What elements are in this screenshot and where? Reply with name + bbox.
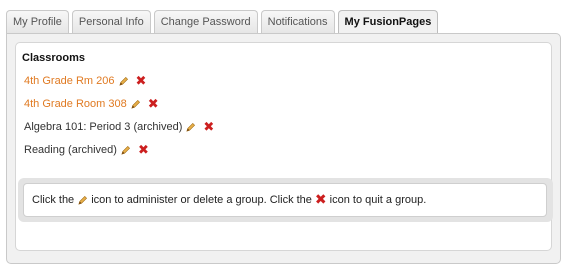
delete-x-icon[interactable]: ✖	[136, 75, 147, 88]
help-note-wrapper: Click the icon to administer or delete a…	[18, 178, 553, 222]
tab-change-password[interactable]: Change Password	[153, 10, 258, 33]
delete-x-icon[interactable]: ✖	[203, 121, 214, 134]
help-note-text-2: icon to administer or delete a group. Cl…	[91, 194, 312, 206]
pencil-icon[interactable]	[118, 76, 129, 87]
tab-notifications[interactable]: Notifications	[260, 10, 335, 33]
pencil-icon[interactable]	[130, 99, 141, 110]
classroom-item: 4th Grade Room 308 ✖	[24, 96, 214, 113]
classroom-item: Reading (archived) ✖	[24, 142, 214, 159]
classroom-link[interactable]: 4th Grade Room 308	[24, 96, 127, 113]
delete-x-icon[interactable]: ✖	[148, 98, 159, 111]
pencil-icon[interactable]	[185, 122, 196, 133]
help-note-text-3: icon to quit a group.	[329, 194, 427, 206]
classroom-item: 4th Grade Rm 206 ✖	[24, 73, 214, 90]
classroom-name: Algebra 101: Period 3 (archived)	[24, 121, 183, 133]
classroom-list: 4th Grade Rm 206 ✖ 4th Grade Room 308 ✖ …	[24, 73, 214, 165]
tab-personal-info[interactable]: Personal Info	[71, 10, 151, 33]
tab-my-profile[interactable]: My Profile	[6, 10, 69, 33]
tab-my-fusionpages[interactable]: My FusionPages	[337, 10, 439, 35]
help-note: Click the icon to administer or delete a…	[23, 183, 547, 217]
classrooms-heading: Classrooms	[22, 52, 85, 64]
classroom-link[interactable]: 4th Grade Rm 206	[24, 73, 115, 90]
delete-x-icon: ✖	[314, 191, 327, 208]
pencil-icon[interactable]	[120, 145, 131, 156]
classroom-name: Reading (archived)	[24, 144, 117, 156]
pencil-icon	[78, 195, 88, 205]
profile-tabs: My Profile Personal Info Change Password…	[6, 10, 439, 35]
classroom-item: Algebra 101: Period 3 (archived) ✖	[24, 119, 214, 136]
help-note-text-1: Click the	[32, 194, 75, 206]
delete-x-icon[interactable]: ✖	[138, 144, 149, 157]
